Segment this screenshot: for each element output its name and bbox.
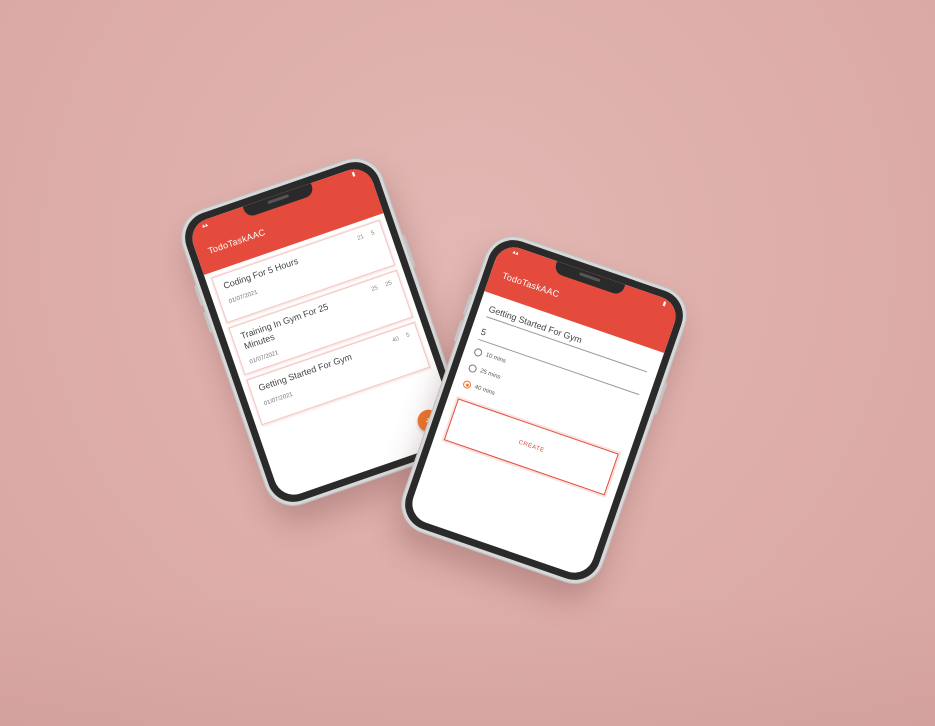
duration-label: 10 mins — [484, 352, 507, 365]
phone-create-task: ▴▴ ▮ TodoTaskAAC Getting Started For Gym… — [392, 227, 696, 593]
signal-icon: ▴▴ — [201, 222, 209, 230]
duration-label: 40 mins — [473, 384, 496, 397]
radio-button[interactable] — [467, 363, 478, 374]
phone-screen: ▴▴ ▮ TodoTaskAAC Getting Started For Gym… — [406, 241, 682, 579]
duration-label: 25 mins — [479, 368, 502, 381]
battery-icon: ▮ — [351, 171, 357, 179]
battery-icon: ▮ — [661, 301, 667, 308]
radio-button[interactable] — [473, 347, 484, 358]
signal-icon: ▴▴ — [511, 249, 520, 258]
phone-bezel: ▴▴ ▮ TodoTaskAAC Getting Started For Gym… — [398, 233, 690, 587]
task-value-b: 5 — [370, 230, 376, 238]
radio-button-selected[interactable] — [462, 379, 473, 390]
task-value-b: 5 — [405, 332, 411, 340]
background-floor — [0, 596, 935, 726]
